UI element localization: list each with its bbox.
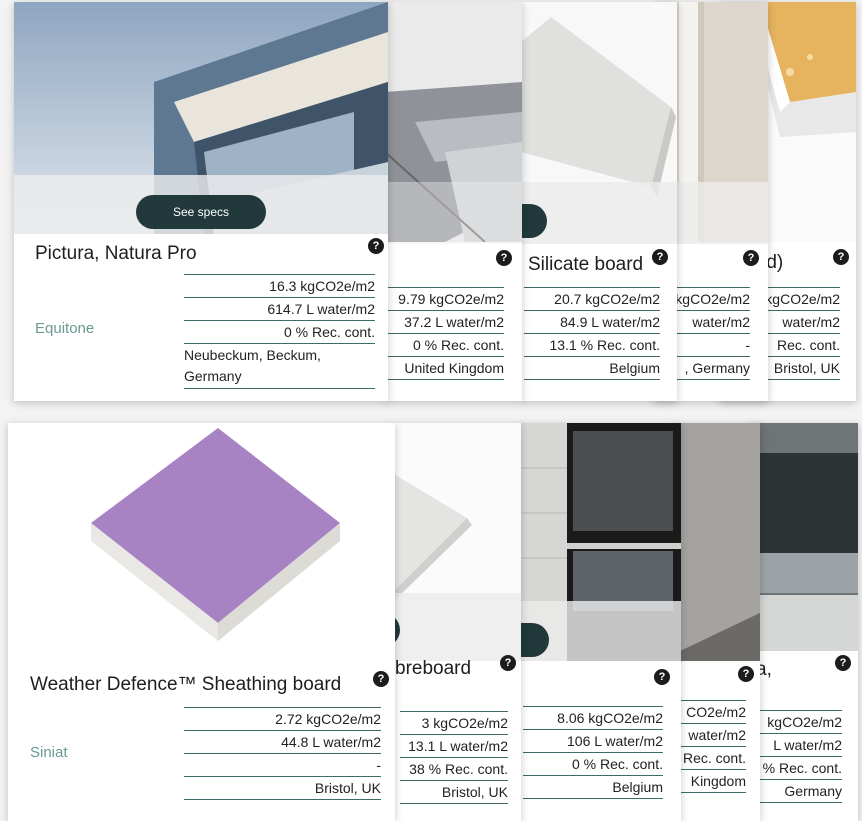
spec-location: United Kingdom [388,357,504,380]
spec-water: 13.1 L water/m2 [400,735,508,758]
spec-water: 84.9 L water/m2 [524,311,660,334]
spec-carbon: 8.06 kgCO2e/m2 [523,707,663,730]
spec-carbon: kgCO2e/m2 [764,288,840,311]
help-icon[interactable]: ? [738,666,754,682]
image-overlay [392,593,521,661]
spec-water: 37.2 L water/m2 [388,311,504,334]
specs-table: 16.3 kgCO2e/m2 614.7 L water/m2 0 % Rec.… [184,274,375,389]
product-card[interactable]: breboard ? 3 kgCO2e/m2 13.1 L water/m2 3… [392,423,521,821]
spec-recycled: Rec. cont. [680,747,746,770]
product-card[interactable]: Weather Defence™ Sheathing board ? Sinia… [8,423,395,821]
spec-location: Belgium [524,357,660,380]
spec-location: Belgium [523,776,663,799]
spec-location: Germany [760,780,842,803]
spec-recycled: - [184,754,381,777]
spec-recycled: Rec. cont. [764,334,840,357]
product-image [8,423,395,653]
spec-location: Neubeckum, Beckum, Germany [184,344,375,389]
image-overlay [748,595,858,651]
product-title: Weather Defence™ Sheathing board [30,674,342,695]
product-card[interactable]: See specs Pictura, Natura Pro ? Equitone… [14,2,388,401]
spec-carbon: 16.3 kgCO2e/m2 [184,275,375,298]
specs-table: 8.06 kgCO2e/m2 106 L water/m2 0 % Rec. c… [523,706,663,799]
spec-water: water/m2 [764,311,840,334]
product-title: breboard [395,658,472,679]
brand-label[interactable]: Siniat [30,744,68,761]
help-icon[interactable]: ? [373,671,389,687]
help-icon[interactable]: ? [743,250,759,266]
help-icon[interactable]: ? [496,250,512,266]
spec-carbon: 3 kgCO2e/m2 [400,712,508,735]
spec-water: L water/m2 [760,734,842,757]
spec-water: 614.7 L water/m2 [184,298,375,321]
spec-recycled: 13.1 % Rec. cont. [524,334,660,357]
help-icon[interactable]: ? [500,655,516,671]
specs-table: 9.79 kgCO2e/m2 37.2 L water/m2 0 % Rec. … [388,287,504,380]
specs-table: kgCO2e/m2 water/m2 Rec. cont. Bristol, U… [764,287,840,380]
spec-carbon: kgCO2e/m2 [674,288,750,311]
specs-table: 2.72 kgCO2e/m2 44.8 L water/m2 - Bristol… [184,707,381,800]
product-card[interactable]: ? 8.06 kgCO2e/m2 106 L water/m2 0 % Rec.… [517,423,681,821]
product-title: Silicate board [528,254,644,275]
help-icon[interactable]: ? [833,249,849,265]
spec-water: water/m2 [680,724,746,747]
product-card[interactable]: a, ? kgCO2e/m2 L water/m2 % Rec. cont. G… [748,423,858,821]
specs-table: kgCO2e/m2 L water/m2 % Rec. cont. German… [760,710,842,803]
spec-location: Bristol, UK [764,357,840,380]
spec-carbon: CO2e/m2 [680,701,746,724]
spec-carbon: 9.79 kgCO2e/m2 [388,288,504,311]
see-specs-button[interactable]: See specs [136,195,266,229]
spec-location: , Germany [674,357,750,380]
image-overlay [385,182,522,244]
specs-table: 20.7 kgCO2e/m2 84.9 L water/m2 13.1 % Re… [524,287,660,380]
spec-recycled: 0 % Rec. cont. [523,753,663,776]
spec-carbon: 20.7 kgCO2e/m2 [524,288,660,311]
spec-water: 106 L water/m2 [523,730,663,753]
spec-recycled: 38 % Rec. cont. [400,758,508,781]
help-icon[interactable]: ? [652,249,668,265]
spec-location: Bristol, UK [400,781,508,804]
spec-carbon: kgCO2e/m2 [760,711,842,734]
specs-table: 3 kgCO2e/m2 13.1 L water/m2 38 % Rec. co… [400,711,508,804]
brand-label[interactable]: Equitone [35,320,94,337]
help-icon[interactable]: ? [368,238,384,254]
product-card[interactable]: ? 9.79 kgCO2e/m2 37.2 L water/m2 0 % Rec… [385,2,522,401]
spec-recycled: % Rec. cont. [760,757,842,780]
product-title: Pictura, Natura Pro [35,243,197,264]
spec-water: 44.8 L water/m2 [184,731,381,754]
spec-carbon: 2.72 kgCO2e/m2 [184,708,381,731]
help-icon[interactable]: ? [654,669,670,685]
product-card[interactable]: ? CO2e/m2 water/m2 Rec. cont. Kingdom [676,423,760,821]
spec-recycled: 0 % Rec. cont. [184,321,375,344]
product-image [676,423,760,661]
product-card[interactable]: Silicate board ? 20.7 kgCO2e/m2 84.9 L w… [521,2,677,401]
spec-recycled: 0 % Rec. cont. [388,334,504,357]
spec-location: Kingdom [680,770,746,793]
spec-location: Bristol, UK [184,777,381,800]
specs-table: CO2e/m2 water/m2 Rec. cont. Kingdom [680,700,746,793]
spec-recycled: - [674,334,750,357]
specs-table: kgCO2e/m2 water/m2 - , Germany [674,287,750,380]
spec-water: water/m2 [674,311,750,334]
help-icon[interactable]: ? [835,655,851,671]
